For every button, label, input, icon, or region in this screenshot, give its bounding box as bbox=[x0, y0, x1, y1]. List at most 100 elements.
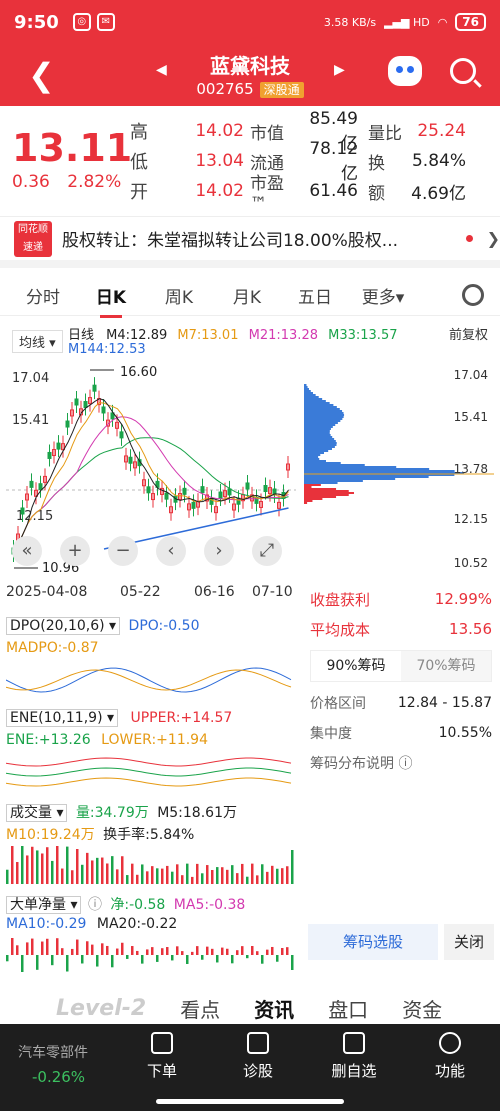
indicator-bar bbox=[281, 868, 284, 884]
chip-bar bbox=[304, 410, 343, 412]
tab-more[interactable]: 更多▾ bbox=[358, 283, 408, 308]
indicator-bar bbox=[21, 841, 24, 884]
candle bbox=[47, 451, 52, 459]
candle bbox=[65, 420, 70, 428]
chip-bar bbox=[304, 486, 312, 488]
diagnose-button[interactable]: 诊股 bbox=[228, 1032, 288, 1081]
indicator-bar bbox=[6, 869, 9, 884]
indicator-bar bbox=[56, 938, 59, 955]
content-tabs: Level-2 看点 资讯 盘口 资金 bbox=[0, 990, 500, 1026]
function-button[interactable]: 功能 bbox=[420, 1032, 480, 1081]
chip-bar bbox=[304, 452, 325, 454]
network-speed: 3.58 KB/s bbox=[323, 15, 377, 29]
ddjl-chart bbox=[6, 934, 294, 974]
ma-select[interactable]: 均线 ▾ bbox=[12, 330, 63, 353]
indicator-bar bbox=[211, 948, 214, 955]
chip-bar bbox=[304, 428, 331, 430]
candle bbox=[119, 431, 124, 439]
tab-kandian[interactable]: 看点 bbox=[180, 994, 220, 1023]
indicator-bar bbox=[91, 944, 94, 955]
chip-tabs: 90%筹码 70%筹码 bbox=[310, 650, 492, 682]
fullscreen-icon[interactable]: ⤢ bbox=[252, 536, 282, 566]
dpo-chart bbox=[5, 667, 292, 693]
order-button[interactable]: 下单 bbox=[132, 1032, 192, 1081]
indicator-bar bbox=[101, 943, 104, 955]
indicator-bar bbox=[46, 847, 49, 884]
chip-bar bbox=[304, 454, 321, 456]
next-icon[interactable]: › bbox=[204, 536, 234, 566]
news-ticker[interactable]: 同花顺 速递 股权转让：朱堂福拟转让公司18.00%股权... ❯ bbox=[0, 216, 500, 268]
indicator-bar bbox=[211, 869, 214, 884]
news-text: 股权转让：朱堂福拟转让公司18.00%股权... bbox=[61, 231, 399, 251]
candle bbox=[83, 401, 88, 409]
tab-fenshi[interactable]: 分时 bbox=[18, 283, 68, 308]
indicator-bar bbox=[141, 955, 144, 964]
settings-icon[interactable] bbox=[462, 284, 484, 306]
indicator-bar bbox=[251, 863, 254, 884]
rewind-icon[interactable]: « bbox=[12, 536, 42, 566]
tab-five-day[interactable]: 五日 bbox=[290, 283, 340, 308]
chip-bar bbox=[304, 436, 333, 438]
indicator-bar bbox=[226, 869, 229, 884]
indicator-bar bbox=[166, 865, 169, 884]
indicator-bar bbox=[206, 946, 209, 955]
assistant-robot-icon[interactable] bbox=[388, 56, 422, 86]
next-stock-icon[interactable]: ▶ bbox=[334, 62, 345, 78]
sector-name[interactable]: 汽车零部件 bbox=[18, 1042, 88, 1062]
chip-explain-link[interactable]: 筹码分布说明 ⓘ bbox=[304, 748, 498, 778]
ddjl-indicator[interactable]: 大单净量 ▾ ⓘ 净:-0.58 MA5:-0.38 MA10:-0.29 MA… bbox=[6, 894, 296, 976]
indicator-bar bbox=[76, 939, 79, 955]
indicator-bar bbox=[266, 871, 269, 884]
chip-bar bbox=[304, 446, 335, 448]
chip-bar bbox=[304, 418, 343, 420]
chip-bar bbox=[304, 402, 330, 404]
tab-news[interactable]: 资讯 bbox=[254, 994, 294, 1023]
unread-dot bbox=[465, 235, 473, 242]
indicator-bar bbox=[131, 946, 134, 955]
zoom-in-icon[interactable]: + bbox=[60, 536, 90, 566]
chevron-right-icon: ❯ bbox=[486, 229, 500, 248]
date-axis: 2025-04-08 05-22 06-16 07-10 bbox=[6, 584, 293, 600]
chip-bar bbox=[304, 438, 335, 440]
tab-chip-90[interactable]: 90%筹码 bbox=[311, 651, 401, 681]
tab-monthly[interactable]: 月K bbox=[222, 283, 272, 308]
indicator-bar bbox=[236, 950, 239, 955]
chip-bar bbox=[304, 466, 397, 468]
tab-daily[interactable]: 日K bbox=[86, 283, 136, 318]
help-icon[interactable]: ⓘ bbox=[88, 897, 102, 913]
candle bbox=[92, 384, 97, 392]
indicator-bar bbox=[116, 948, 119, 955]
volume-indicator[interactable]: 成交量 ▾ 量:34.79万 M5:18.61万 M10:19.24万 换手率:… bbox=[6, 802, 296, 888]
dpo-indicator[interactable]: DPO(20,10,6) ▾ DPO:-0.50 MADPO:-0.87 bbox=[5, 617, 296, 702]
high-mark-label: 16.60 bbox=[120, 365, 157, 380]
indicator-bar bbox=[276, 955, 279, 962]
candle bbox=[245, 482, 250, 490]
chip-bar bbox=[304, 408, 340, 410]
indicator-bar bbox=[136, 950, 139, 955]
remove-watchlist-button[interactable]: 删自选 bbox=[324, 1032, 384, 1081]
tab-level2[interactable]: Level-2 bbox=[56, 996, 146, 1021]
indicator-bar bbox=[246, 955, 249, 959]
adjust-select[interactable]: 前复权 bbox=[449, 324, 488, 343]
chip-bar bbox=[304, 488, 337, 490]
indicator-bar bbox=[161, 868, 164, 884]
indicator-bar bbox=[191, 876, 194, 884]
indicator-bar bbox=[31, 938, 34, 955]
close-button[interactable]: 关闭 bbox=[444, 924, 494, 960]
ene-indicator[interactable]: ENE(10,11,9) ▾ UPPER:+14.57 ENE:+13.26 L… bbox=[5, 709, 296, 794]
zoom-out-icon[interactable]: − bbox=[108, 536, 138, 566]
tab-pankou[interactable]: 盘口 bbox=[328, 994, 368, 1023]
tab-weekly[interactable]: 周K bbox=[154, 283, 204, 308]
search-icon[interactable] bbox=[450, 58, 476, 84]
indicator-bar bbox=[186, 863, 189, 884]
candle bbox=[20, 507, 25, 515]
indicator-bar bbox=[31, 846, 34, 884]
chip-select-button[interactable]: 筹码选股 bbox=[308, 924, 438, 960]
prev-icon[interactable]: ‹ bbox=[156, 536, 186, 566]
indicator-bar bbox=[96, 857, 99, 884]
indicator-bar bbox=[171, 871, 174, 884]
tab-chip-70[interactable]: 70%筹码 bbox=[401, 651, 491, 681]
tab-funds[interactable]: 资金 bbox=[402, 994, 442, 1023]
chip-bar bbox=[304, 404, 334, 406]
indicator-bar bbox=[246, 876, 249, 884]
